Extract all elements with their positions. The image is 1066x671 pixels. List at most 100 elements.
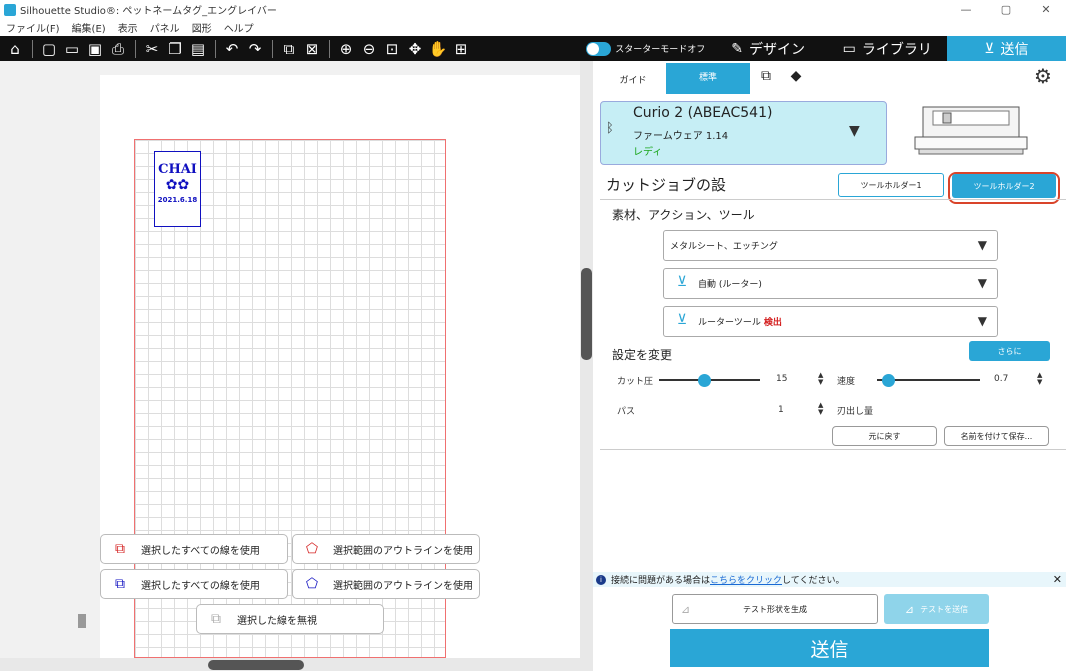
menu-panel[interactable]: パネル [150, 20, 180, 35]
info-link[interactable]: こちらをクリック [710, 573, 782, 586]
horizontal-scroll-thumb[interactable] [208, 660, 304, 670]
use-all-lines-blue-button[interactable]: ⧉ 選択したすべての線を使用 [100, 569, 288, 599]
tag-name-text: CHAI [158, 162, 197, 177]
tab-guide[interactable]: ガイド [600, 73, 666, 86]
save-as-button[interactable]: 名前を付けて保存... [944, 426, 1049, 446]
settings-title: 設定を変更 [612, 348, 673, 362]
pressure-stepper[interactable]: ▲ ▼ [818, 372, 823, 386]
save-icon[interactable]: ▣ [84, 39, 106, 59]
send-icon: ⊻ [984, 40, 995, 57]
open-folder-icon[interactable]: ▭ [61, 39, 83, 59]
zoom-fit-icon[interactable]: ⊡ [381, 39, 403, 59]
zoom-out-icon[interactable]: ⊖ [358, 39, 380, 59]
chevron-down-icon: ▼ [977, 276, 987, 290]
divider [600, 449, 1066, 450]
zoom-in-icon[interactable]: ⊕ [335, 39, 357, 59]
starter-mode-label: スターターモードオフ [615, 45, 706, 55]
more-button[interactable]: さらに [969, 341, 1050, 361]
new-file-icon[interactable]: ▢ [38, 39, 60, 59]
tab-standard[interactable]: 標準 [666, 63, 750, 94]
tag-date-text: 2021.6.18 [157, 196, 198, 204]
blade-depth-label: 刃出し量 [837, 407, 874, 417]
menu-shape[interactable]: 図形 [192, 20, 212, 35]
use-outline-red-button[interactable]: ⬠ 選択範囲のアウトラインを使用 [292, 534, 480, 564]
pet-name-tag-design[interactable]: CHAI ✿✿ 2021.6.18 [154, 151, 201, 227]
cut-icon[interactable]: ✂ [141, 39, 163, 59]
close-button[interactable]: ✕ [1026, 0, 1066, 19]
test-shape-icon: ⊿ [681, 602, 691, 616]
group-icon[interactable]: ⧉ [278, 39, 300, 59]
button-label: 選択したすべての線を使用 [141, 545, 260, 557]
speed-slider-knob[interactable] [882, 374, 895, 387]
tool-detected-status: 検出 [763, 318, 782, 328]
toolbar-divider [215, 39, 216, 58]
toolbar-divider [329, 39, 330, 58]
bluetooth-icon: ᛒ [606, 121, 614, 136]
pressure-slider-knob[interactable] [698, 374, 711, 387]
panel-handle[interactable] [78, 614, 86, 628]
starter-mode-toggle[interactable] [586, 41, 612, 56]
send-button[interactable]: 送信 [670, 629, 989, 667]
window-controls: — ▢ ✕ [946, 0, 1066, 19]
fill-shapes-icon[interactable]: ◆ [786, 68, 806, 84]
send-test-button[interactable]: ⊿ テストを送信 [884, 594, 989, 624]
menu-file[interactable]: ファイル(F) [6, 20, 60, 35]
restore-button[interactable]: ▢ [986, 0, 1026, 19]
redo-icon[interactable]: ↷ [244, 39, 266, 59]
red-lines-icon: ⧉ [115, 541, 125, 557]
paste-icon[interactable]: ▤ [187, 39, 209, 59]
pan-icon[interactable]: ✥ [404, 39, 426, 59]
button-label: テストを送信 [920, 604, 969, 614]
passes-stepper[interactable]: ▲ ▼ [818, 402, 823, 416]
menu-edit[interactable]: 編集(E) [72, 20, 106, 35]
material-dropdown[interactable]: メタルシート、エッチング ▼ [663, 230, 998, 261]
paw-icon: ✿✿ [165, 177, 190, 193]
red-outline-icon: ⬠ [305, 541, 319, 557]
menu-view[interactable]: 表示 [118, 20, 138, 35]
main-toolbar: ⌂ ▢ ▭ ▣ ⎙ ✂ ❐ ▤ ↶ ↷ ⧉ ⊠ ⊕ ⊖ ⊡ ✥ ✋ ⊞ [0, 36, 580, 61]
vertical-scroll-thumb[interactable] [581, 268, 592, 360]
tab-library[interactable]: ▭ ライブラリ [828, 36, 947, 61]
generate-test-shape-button[interactable]: ⊿ テスト形状を生成 [672, 594, 878, 624]
menu-help[interactable]: ヘルプ [224, 20, 254, 35]
tool-holder-1-button[interactable]: ツールホルダー1 [838, 173, 944, 197]
toolbar-divider [135, 39, 136, 58]
blue-lines-icon: ⧉ [115, 576, 125, 592]
tool-dropdown[interactable]: ⊻ ルーターツール 検出 ▼ [663, 306, 998, 337]
reset-button[interactable]: 元に戻す [832, 426, 937, 446]
undo-icon[interactable]: ↶ [221, 39, 243, 59]
firmware-version: ファームウェア 1.14 [633, 131, 729, 142]
fit-page-icon[interactable]: ⊞ [450, 39, 472, 59]
button-label: テスト形状を生成 [743, 604, 807, 614]
copy-icon[interactable]: ❐ [164, 39, 186, 59]
close-icon[interactable]: ✕ [1053, 573, 1062, 586]
minimize-button[interactable]: — [946, 0, 986, 19]
button-label: 選択範囲のアウトラインを使用 [333, 580, 473, 592]
gear-icon[interactable]: ⚙ [1030, 64, 1056, 88]
home-icon[interactable]: ⌂ [4, 39, 26, 59]
print-icon[interactable]: ⎙ [107, 39, 129, 59]
router-tool-icon: ⊻ [676, 273, 688, 290]
use-outline-blue-button[interactable]: ⬠ 選択範囲のアウトラインを使用 [292, 569, 480, 599]
action-dropdown[interactable]: ⊻ 自動 (ルーター) ▼ [663, 268, 998, 299]
button-label: 選択した線を無視 [237, 615, 317, 627]
chevron-down-icon: ▼ [977, 238, 987, 252]
vertical-scrollbar[interactable] [580, 61, 593, 671]
tool-holder-2-button[interactable]: ツールホルダー2 [952, 174, 1056, 198]
window-title: Silhouette Studio®: ペットネームタグ_エングレイバー [20, 6, 277, 17]
button-label: 選択範囲のアウトラインを使用 [333, 545, 473, 557]
ignore-lines-button[interactable]: ⧉ 選択した線を無視 [196, 604, 384, 634]
ungroup-icon[interactable]: ⊠ [301, 39, 323, 59]
pressure-label: カット圧 [617, 377, 654, 387]
chevron-down-icon[interactable]: ▼ [849, 123, 860, 139]
tool-value: ルーターツール [698, 318, 761, 328]
tab-send[interactable]: ⊻ 送信 [946, 36, 1066, 61]
menu-bar: ファイル(F) 編集(E) 表示 パネル 図形 ヘルプ [0, 19, 1066, 36]
divider [600, 199, 1066, 200]
tab-design[interactable]: ✎ デザイン [709, 36, 828, 61]
tab-send-label: 送信 [1000, 41, 1029, 58]
use-all-lines-red-button[interactable]: ⧉ 選択したすべての線を使用 [100, 534, 288, 564]
hand-icon[interactable]: ✋ [427, 39, 449, 59]
overlap-icon[interactable]: ⧉ [756, 68, 776, 84]
speed-stepper[interactable]: ▲ ▼ [1037, 372, 1042, 386]
